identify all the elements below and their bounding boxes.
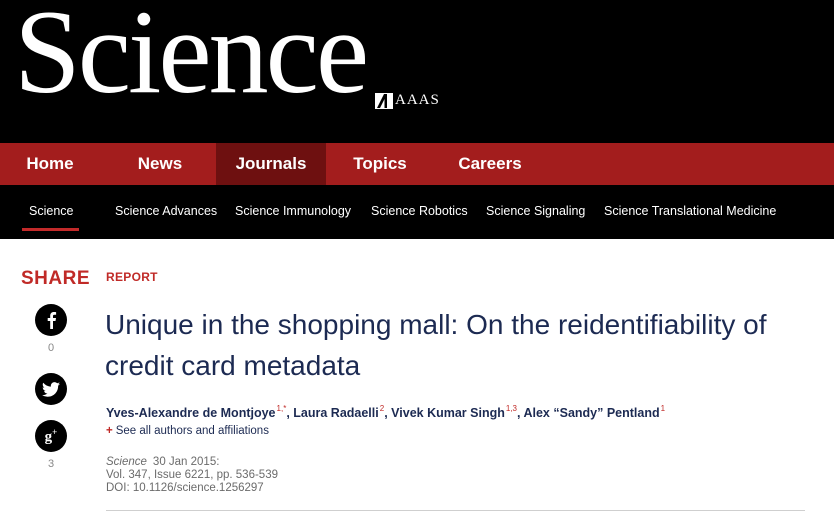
aaas-logo[interactable]: AAAS — [375, 92, 440, 109]
journal-nav: Science Science Advances Science Immunol… — [0, 185, 834, 239]
article-type-label: REPORT — [106, 270, 158, 284]
journal-tab-science-immunology[interactable]: Science Immunology — [235, 204, 351, 218]
author-name[interactable]: Alex “Sandy” Pentland — [523, 406, 659, 420]
masthead: Science AAAS — [0, 0, 834, 143]
citation-date: 30 Jan 2015: — [152, 456, 220, 468]
nav-topics[interactable]: Topics — [346, 143, 414, 185]
nav-news[interactable]: News — [126, 143, 194, 185]
active-journal-indicator — [22, 228, 79, 231]
nav-careers[interactable]: Careers — [450, 143, 530, 185]
author-name[interactable]: Yves-Alexandre de Montjoye — [106, 406, 276, 420]
science-logo[interactable]: Science — [14, 0, 369, 112]
author-affiliation-sup[interactable]: 1,3 — [506, 404, 517, 413]
main-nav: Home News Journals Topics Careers — [0, 143, 834, 185]
share-label: SHARE — [21, 268, 91, 289]
author-affiliation-sup[interactable]: 1 — [661, 404, 665, 413]
googleplus-share-count: 3 — [47, 458, 55, 470]
author-name[interactable]: Vivek Kumar Singh — [391, 406, 505, 420]
article-title: Unique in the shopping mall: On the reid… — [105, 309, 767, 381]
googleplus-share-button[interactable]: g+ — [35, 420, 67, 452]
twitter-icon — [42, 381, 60, 397]
citation-journal: Science — [106, 456, 147, 468]
citation-volume: Vol. 347, Issue 6221, pp. 536-539 — [106, 469, 278, 481]
aaas-mark-icon — [375, 92, 393, 109]
journal-tab-science-advances[interactable]: Science Advances — [115, 204, 217, 218]
citation-block: Science 30 Jan 2015: Vol. 347, Issue 6221… — [106, 456, 278, 495]
header-divider — [106, 510, 805, 511]
citation-doi[interactable]: DOI: 10.1126/science.1256297 — [106, 482, 278, 495]
aaas-text: AAAS — [395, 92, 440, 108]
see-all-authors-label: See all authors and affiliations — [115, 425, 269, 437]
expand-plus-icon: + — [106, 425, 113, 437]
journal-tab-science[interactable]: Science — [29, 204, 73, 218]
facebook-share-count: 0 — [47, 342, 55, 354]
nav-journals[interactable]: Journals — [216, 143, 326, 185]
journal-tab-science-signaling[interactable]: Science Signaling — [486, 204, 585, 218]
author-name[interactable]: Laura Radaelli — [293, 406, 378, 420]
author-list: Yves-Alexandre de Montjoye1,*, Laura Rad… — [106, 404, 666, 420]
journal-tab-science-robotics[interactable]: Science Robotics — [371, 204, 468, 218]
facebook-share-button[interactable] — [35, 304, 67, 336]
twitter-share-button[interactable] — [35, 373, 67, 405]
author-affiliation-sup[interactable]: 1,* — [277, 404, 287, 413]
journal-tab-science-translational-medicine[interactable]: Science Translational Medicine — [604, 204, 776, 218]
see-all-authors-link[interactable]: + See all authors and affiliations — [106, 425, 269, 437]
facebook-icon — [47, 312, 57, 329]
googleplus-icon: g+ — [44, 426, 58, 445]
nav-home[interactable]: Home — [16, 143, 84, 185]
